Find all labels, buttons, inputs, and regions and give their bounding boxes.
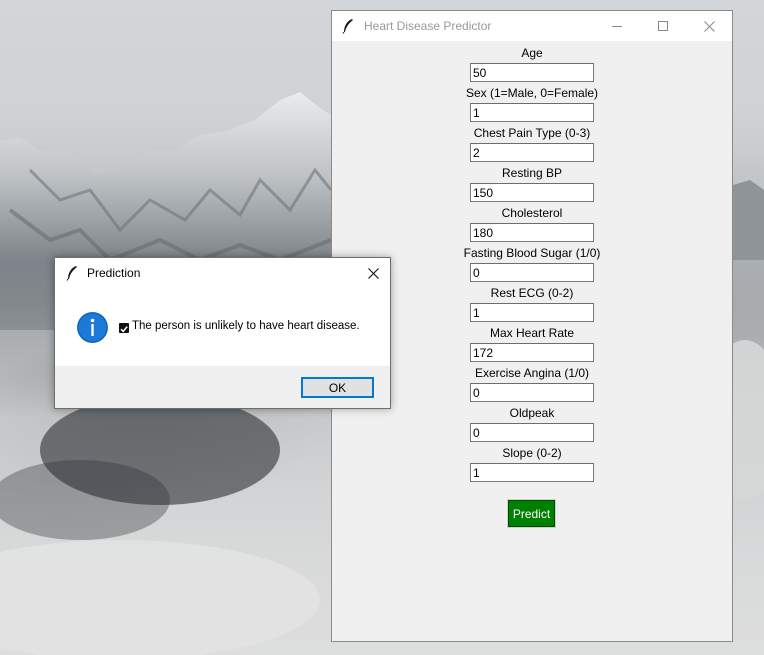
input-max-heart-rate[interactable] [470,343,594,362]
predict-button[interactable]: Predict [507,499,556,528]
dialog-message: The person is unlikely to have heart dis… [132,320,360,332]
input-chest-pain-type[interactable] [470,143,594,162]
input-rest-ecg[interactable] [470,303,594,322]
input-oldpeak[interactable] [470,423,594,442]
minimize-icon [612,26,622,27]
label-max-heart-rate: Max Heart Rate [489,326,575,340]
info-icon [77,312,108,343]
label-exercise-angina: Exercise Angina (1/0) [474,366,590,380]
feather-icon [341,18,355,34]
label-rest-ecg: Rest ECG (0-2) [490,286,574,300]
label-resting-bp: Resting BP [501,166,563,180]
close-icon [367,267,379,279]
dialog-footer: OK [55,366,390,408]
dialog-title: Prediction [87,266,141,280]
input-slope[interactable] [470,463,594,482]
checkbox-icon [119,323,129,333]
maximize-button[interactable] [640,11,686,41]
dialog-body: The person is unlikely to have heart dis… [55,288,390,366]
window-controls [594,11,732,41]
input-age[interactable] [470,63,594,82]
label-chest-pain-type: Chest Pain Type (0-3) [473,126,591,140]
main-window: Heart Disease Predictor Age Sex (1=Male,… [331,10,733,642]
label-slope: Slope (0-2) [502,446,562,460]
minimize-button[interactable] [594,11,640,41]
label-cholesterol: Cholesterol [501,206,563,220]
feather-icon [65,265,79,281]
input-resting-bp[interactable] [470,183,594,202]
label-age: Age [521,46,543,60]
window-titlebar[interactable]: Heart Disease Predictor [332,11,732,41]
window-title: Heart Disease Predictor [364,19,492,33]
label-fasting-blood-sugar: Fasting Blood Sugar (1/0) [463,246,601,260]
input-fasting-blood-sugar[interactable] [470,263,594,282]
maximize-icon [658,21,668,31]
input-sex[interactable] [470,103,594,122]
prediction-dialog: Prediction The person is unlikely to hav… [54,257,391,409]
close-icon [703,20,715,32]
label-oldpeak: Oldpeak [509,406,555,420]
input-exercise-angina[interactable] [470,383,594,402]
ok-button[interactable]: OK [301,377,374,398]
close-button[interactable] [686,11,732,41]
input-cholesterol[interactable] [470,223,594,242]
dialog-close-button[interactable] [364,264,382,282]
dialog-titlebar[interactable]: Prediction [55,258,390,288]
label-sex: Sex (1=Male, 0=Female) [465,86,599,100]
